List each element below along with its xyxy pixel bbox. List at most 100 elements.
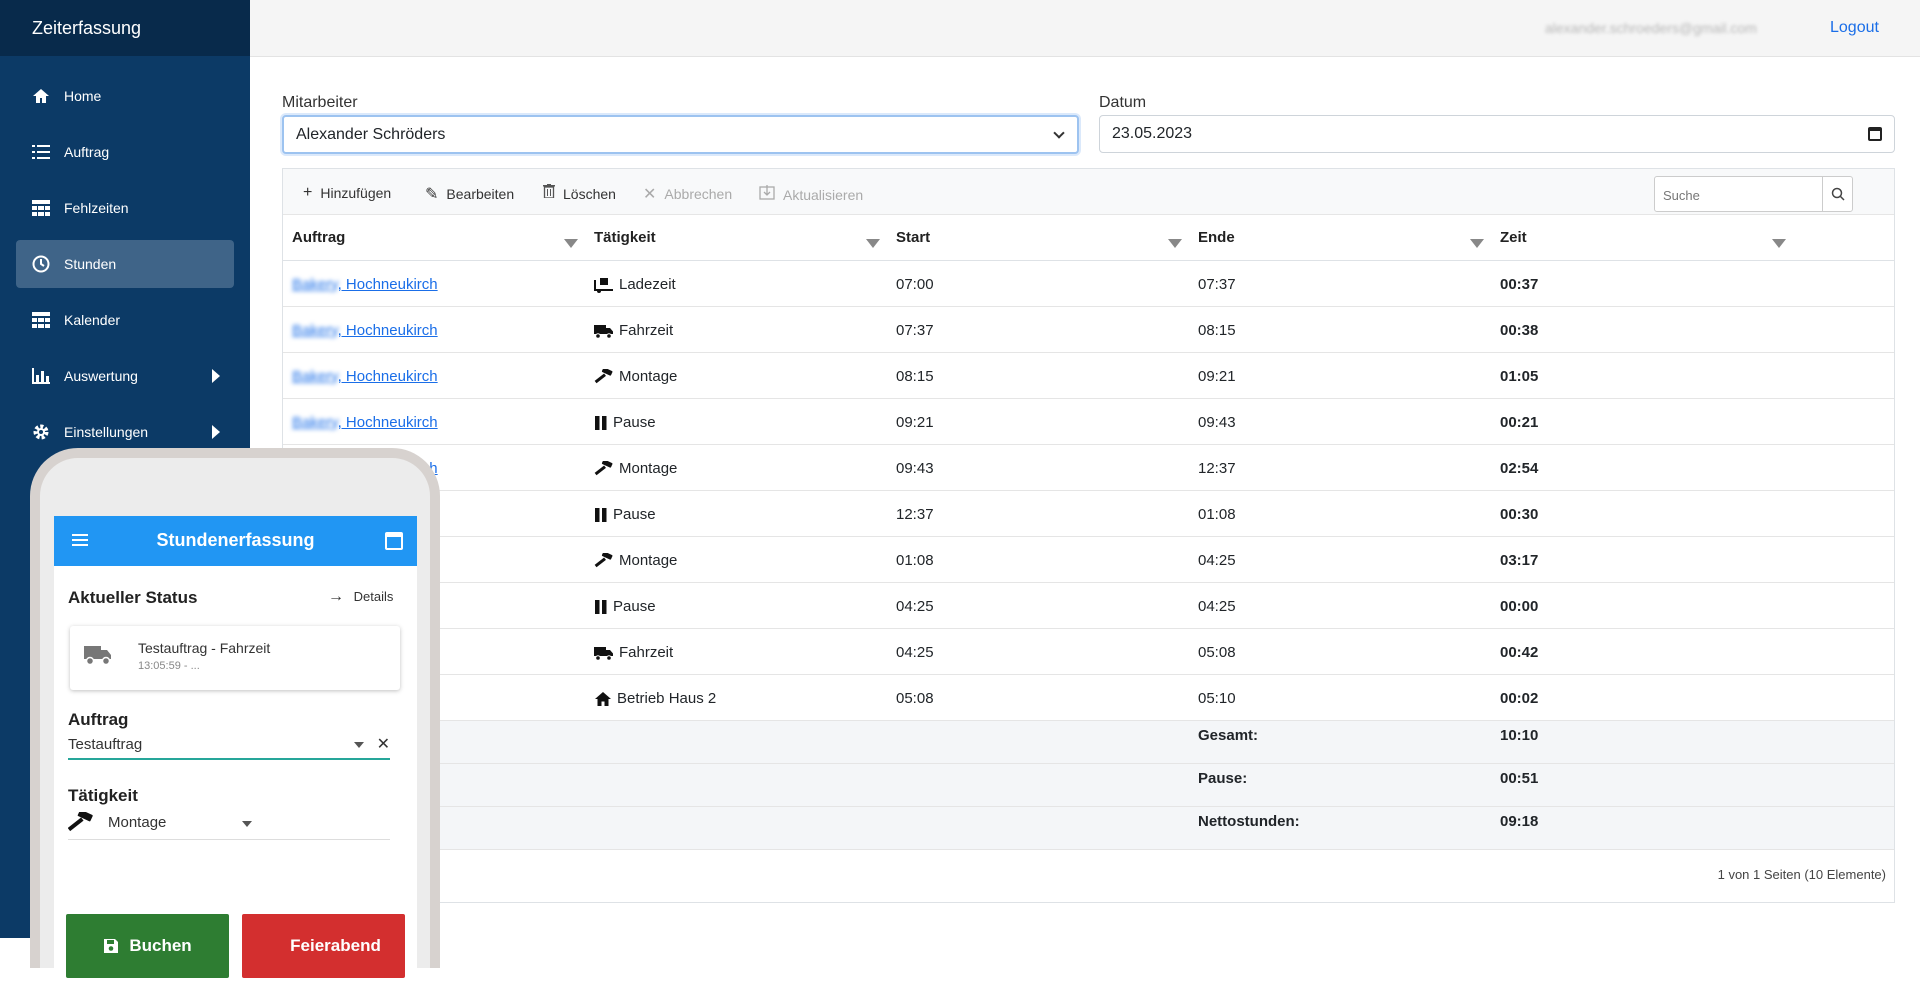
sidebar-item-home[interactable]: Home [16, 72, 234, 120]
summary-label: Pause: [1198, 770, 1248, 787]
edit-button[interactable]: ✎ Bearbeiten [425, 184, 514, 204]
dropdown-arrow-icon [354, 742, 364, 748]
book-button[interactable]: Buchen [66, 914, 229, 978]
logout-link[interactable]: Logout [1830, 19, 1879, 37]
sidebar-item-label: Kalender [64, 312, 121, 328]
plus-icon: + [303, 184, 313, 201]
phone-app-bar: Stundenerfassung [54, 516, 417, 566]
start-cell: 12:37 [896, 506, 934, 523]
auftrag-link-text: , Hochneukirch [337, 368, 438, 385]
taetigkeit-text: Ladezeit [619, 276, 676, 293]
sidebar-item-kalender[interactable]: Kalender [16, 296, 234, 344]
filter-icon[interactable] [866, 239, 880, 248]
add-button[interactable]: + Hinzufügen [303, 184, 391, 202]
sidebar-item-auftrag[interactable]: Auftrag [16, 128, 234, 176]
bar-chart-icon [30, 365, 52, 387]
auftrag-link[interactable]: Bakery, Hochneukirch [292, 276, 438, 293]
column-header-start[interactable]: Start [896, 229, 930, 246]
end-of-day-button[interactable]: Feierabend [242, 914, 405, 978]
arrow-right-icon: → [328, 588, 344, 605]
pencil-icon: ✎ [425, 186, 439, 203]
auftrag-link[interactable]: Bakery, Hochneukirch [292, 322, 438, 339]
table-row[interactable]: Bakery, HochneukirchPause04:2504:2500:00 [283, 583, 1894, 629]
taetigkeit-text: Montage [619, 552, 678, 569]
column-header-taetigkeit[interactable]: Tätigkeit [594, 229, 656, 246]
table-row[interactable]: Bakery, HochneukirchMontage01:0804:2503:… [283, 537, 1894, 583]
hammer-icon [594, 368, 614, 385]
table-row[interactable]: Bakery, Hochneukirch Ladezeit 07:00 07:37 00… [283, 261, 1894, 307]
loading-icon [594, 277, 614, 293]
app-brand: Zeiterfassung [0, 0, 250, 56]
table-row[interactable]: Bakery, Hochneukirch Pause 09:21 09:43 00:21 [283, 399, 1894, 445]
card-title: Testauftrag - Fahrzeit [138, 640, 271, 656]
taetigkeit-dropdown[interactable]: Montage [68, 812, 390, 840]
delete-button-label: Löschen [563, 185, 616, 202]
details-link[interactable]: → Details [328, 588, 393, 606]
start-cell: 09:43 [896, 460, 934, 477]
employee-select[interactable]: Alexander Schröders [282, 115, 1079, 154]
edit-button-label: Bearbeiten [446, 186, 515, 202]
taetigkeit-dropdown-value: Montage [108, 814, 167, 831]
clear-icon[interactable]: ✕ [377, 734, 390, 754]
sidebar-item-fehlzeiten[interactable]: Fehlzeiten [16, 184, 234, 232]
filter-icon[interactable] [1470, 239, 1484, 248]
update-button[interactable]: Aktualisieren [759, 184, 863, 205]
pause-icon [594, 507, 608, 523]
update-button-label: Aktualisieren [783, 186, 864, 203]
truck-icon [594, 323, 614, 339]
start-cell: 08:15 [896, 368, 934, 385]
table-row[interactable]: Bakery, Hochneukirch Montage 08:15 09:21 01:… [283, 353, 1894, 399]
table-row[interactable]: Bakery, HochneukirchMontage09:4312:3702:… [283, 445, 1894, 491]
duration-cell: 00:00 [1500, 598, 1539, 615]
table-row[interactable]: Bakery, HochneukirchBetrieb Haus 205:080… [283, 675, 1894, 721]
table-row[interactable]: Bakery, Hochneukirch Fahrzeit 07:37 08:15 00… [283, 307, 1894, 353]
filter-icon[interactable] [1168, 239, 1182, 248]
search-box[interactable]: Suche [1654, 176, 1853, 212]
calendar-icon[interactable] [1868, 127, 1882, 141]
search-input[interactable]: Suche [1663, 188, 1700, 203]
calendar-icon[interactable] [385, 532, 403, 550]
taetigkeit-cell: Pause [594, 506, 656, 523]
date-input[interactable]: 23.05.2023 [1099, 115, 1895, 153]
duration-cell: 00:42 [1500, 644, 1539, 661]
start-cell: 07:00 [896, 276, 934, 293]
auftrag-dropdown[interactable]: Testauftrag ✕ [68, 736, 390, 760]
home-icon [30, 85, 52, 107]
end-cell: 07:37 [1198, 276, 1236, 293]
taetigkeit-cell: Montage [594, 460, 677, 477]
sidebar-item-label: Einstellungen [64, 424, 149, 440]
status-card[interactable]: Testauftrag - Fahrzeit 13:05:59 - ... [70, 626, 400, 690]
filter-icon[interactable] [1772, 239, 1786, 248]
column-header-zeit[interactable]: Zeit [1500, 229, 1527, 246]
phone-title: Stundenerfassung [156, 530, 315, 550]
table-row[interactable]: Bakery, HochneukirchFahrzeit04:2505:0800… [283, 629, 1894, 675]
taetigkeit-text: Betrieb Haus 2 [617, 690, 717, 707]
add-button-label: Hinzufügen [320, 185, 392, 201]
taetigkeit-text: Pause [613, 598, 656, 615]
start-cell: 01:08 [896, 552, 934, 569]
column-header-ende[interactable]: Ende [1198, 229, 1235, 246]
auftrag-link-redacted: Bakery [292, 368, 338, 385]
search-icon [1831, 187, 1845, 201]
card-subtitle: 13:05:59 - ... [138, 660, 200, 672]
taetigkeit-text: Montage [619, 460, 678, 477]
auftrag-link[interactable]: Bakery, Hochneukirch [292, 414, 438, 431]
duration-cell: 00:30 [1500, 506, 1539, 523]
hammer-icon [594, 460, 614, 477]
taetigkeit-cell: Pause [594, 414, 656, 431]
user-email: alexander.schroeders@gmail.com [1545, 20, 1757, 36]
menu-icon[interactable] [72, 534, 88, 546]
search-button[interactable] [1822, 177, 1852, 211]
filter-icon[interactable] [564, 239, 578, 248]
cancel-button[interactable]: ✕ Abbrechen [643, 184, 732, 204]
chevron-down-icon [1053, 127, 1065, 139]
delete-button[interactable]: Löschen [543, 184, 616, 203]
auftrag-link[interactable]: Bakery, Hochneukirch [292, 368, 438, 385]
column-header-auftrag[interactable]: Auftrag [292, 229, 345, 246]
close-icon: ✕ [643, 186, 657, 203]
sidebar-item-stunden[interactable]: Stunden [16, 240, 234, 288]
table-row[interactable]: Bakery, HochneukirchPause12:3701:0800:30 [283, 491, 1894, 537]
summary-row-total: Gesamt: 10:10 [283, 721, 1894, 764]
clock-icon [30, 253, 52, 275]
sidebar-item-auswertung[interactable]: Auswertung [16, 352, 234, 400]
